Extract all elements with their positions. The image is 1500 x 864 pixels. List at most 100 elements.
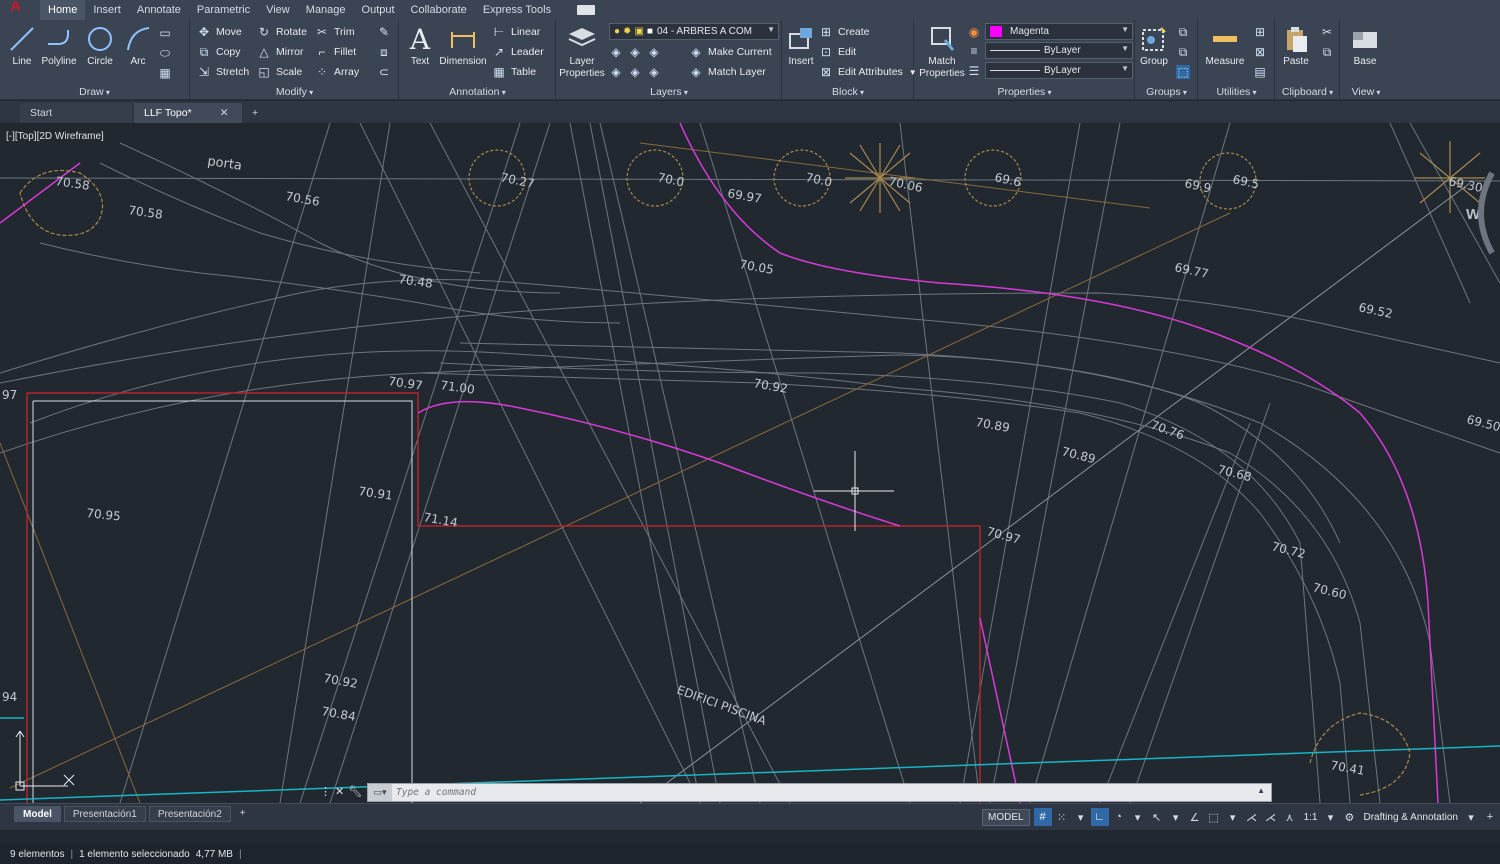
groups-panel-title[interactable]: Groups [1136,86,1197,98]
customize-icon[interactable]: + [1481,808,1499,826]
tab-parametric[interactable]: Parametric [189,0,258,20]
layer-properties-tool[interactable]: Layer Properties [559,22,605,80]
chevron-down-icon[interactable]: ▾ [1167,808,1185,826]
create-block-tool[interactable]: ⊞ Create [819,23,870,41]
tab-view[interactable]: View [258,0,298,20]
ortho-icon[interactable]: ∟ [1090,808,1109,826]
edit-attributes-tool[interactable]: ⊠ Edit Attributes ▼ [819,63,917,81]
tab-drawing[interactable]: LLF Topo* ✕ [134,103,242,123]
properties-panel-title[interactable]: Properties [915,86,1134,98]
chevron-down-icon[interactable]: ▾ [1224,808,1242,826]
explode-tool[interactable]: ⧈ [377,43,396,61]
chevron-down-icon[interactable]: ▾ [1462,808,1480,826]
app-menu-button[interactable]: A [0,0,40,20]
match-layer-tool[interactable]: ◈ Match Layer [689,63,765,81]
cut-tool[interactable]: ✂ [1320,23,1339,41]
command-grip-icon[interactable]: ⋮ [320,785,331,798]
close-icon[interactable]: ✕ [220,107,229,119]
leader-tool[interactable]: ↗ Leader [492,43,544,61]
layer-state-tools[interactable]: ◈ ◈ ◈ [609,43,666,61]
hatch-tool[interactable]: ▦ [158,64,177,82]
ribbon-display-toggle-icon[interactable] [577,5,596,15]
dimension-tool[interactable]: Dimension [438,22,488,67]
drawing-canvas[interactable]: W 70.58 70.56 70.58 70.48 70.97 71.00 70… [0,123,1500,803]
osnap-tracking-icon[interactable]: ↖ [1148,808,1166,826]
insert-tool[interactable]: Insert [779,22,823,67]
view-panel-title[interactable]: View [1341,86,1391,98]
modify-panel-title[interactable]: Modify [191,86,398,98]
tab-manage[interactable]: Manage [298,0,354,20]
snap-icon[interactable]: ⁙ [1053,808,1071,826]
quick-select-tool[interactable]: ⊞ [1253,23,1272,41]
linetype-dropdown[interactable]: ByLayer ▼ [985,62,1133,79]
polar-icon[interactable]: ◔ [1110,808,1128,826]
annotation-panel-title[interactable]: Annotation [400,86,555,98]
arc-tool[interactable]: Arc [116,22,160,67]
copy-clip-tool[interactable]: ⧉ [1320,43,1339,61]
layer-dropdown[interactable]: ● ✹ ▣ ■ 04 - ARBRES A COM ▼ [609,23,779,40]
command-line[interactable]: ▭▾ ▲ [367,783,1272,802]
new-tab-icon[interactable]: + [244,103,266,123]
layer-tools-row[interactable]: ◈ ◈ ◈ [609,63,666,81]
tab-output[interactable]: Output [354,0,403,20]
measure-tool[interactable]: Measure [1201,22,1249,67]
rectangle-tool[interactable]: ▭ [158,24,177,42]
building-outline[interactable] [27,392,981,803]
offset-tool[interactable]: ⊂ [377,63,396,81]
select-all-tool[interactable]: ⊠ [1253,43,1272,61]
color-dropdown[interactable]: Magenta ▼ [985,23,1133,40]
array-tool[interactable]: ⁘ Array [315,63,359,81]
linear-tool[interactable]: ⊢ Linear [492,23,540,41]
ungroup-tool[interactable]: ⧉ [1176,23,1195,41]
layers-panel-title[interactable]: Layers [557,86,781,98]
copy-tool[interactable]: ⧉ Copy [197,43,241,61]
viewport-controls[interactable]: [-][Top][2D Wireframe] [6,131,104,142]
annotation-visibility-icon[interactable]: ⋌ [1243,808,1261,826]
match-properties-tool[interactable]: Match Properties [919,22,965,80]
base-view-tool[interactable]: Base [1343,22,1387,67]
close-icon[interactable]: ✕ [335,785,344,798]
magenta-path-lower[interactable] [417,400,901,527]
erase-tool[interactable]: ✎ [377,23,396,41]
scale-tool[interactable]: ◱ Scale [257,63,302,81]
annotation-scale-value[interactable]: 1:1 [1304,812,1318,823]
paste-tool[interactable]: Paste [1274,22,1318,67]
group-tool[interactable]: Group [1132,22,1176,67]
rotate-tool[interactable]: ↻ Rotate [257,23,307,41]
isodraft-icon[interactable]: ∠ [1186,808,1204,826]
tab-insert[interactable]: Insert [85,0,129,20]
tab-model[interactable]: Model [14,806,61,822]
ellipse-tool[interactable]: ⬭ [158,44,177,62]
clipboard-panel-title[interactable]: Clipboard [1276,86,1339,98]
wrench-icon[interactable]: 🔧︎ [348,785,362,798]
stretch-tool[interactable]: ⇲ Stretch [197,63,249,81]
gear-icon[interactable]: ⚙ [1340,808,1358,826]
command-input[interactable] [396,787,1236,798]
workspace-switcher[interactable]: Drafting & Annotation [1363,812,1458,823]
calculator-tool[interactable]: ▤ [1253,63,1272,81]
object-snap-icon[interactable]: ⬚ [1205,808,1223,826]
command-history-icon[interactable]: ▭▾ [368,784,392,801]
edit-block-tool[interactable]: ⊡ Edit [819,43,856,61]
mirror-tool[interactable]: △ Mirror [257,43,303,61]
table-tool[interactable]: ▦ Table [492,63,536,81]
trim-tool[interactable]: ✂ Trim [315,23,355,41]
grid-icon[interactable]: # [1033,808,1052,826]
draw-panel-title[interactable]: Draw [0,86,189,98]
group-select-tool[interactable]: ⬚ [1176,63,1195,81]
add-layout-icon[interactable]: + [234,806,252,822]
tab-layout-2[interactable]: Presentación2 [148,806,231,822]
make-current-tool[interactable]: ◈ Make Current [689,43,771,61]
text-tool[interactable]: A Text [398,22,442,68]
tab-collaborate[interactable]: Collaborate [403,0,475,20]
move-tool[interactable]: ✥ Move [197,23,242,41]
model-space-toggle[interactable]: MODEL [982,808,1030,826]
chevron-down-icon[interactable]: ▾ [1129,808,1147,826]
drawing-svg[interactable]: W 70.58 70.56 70.58 70.48 70.97 71.00 70… [0,123,1500,803]
group-edit-tool[interactable]: ⧉ [1176,43,1195,61]
chevron-down-icon[interactable]: ▾ [1321,808,1339,826]
magenta-path-upper[interactable] [679,123,1439,803]
tab-express-tools[interactable]: Express Tools [475,0,559,20]
chevron-down-icon[interactable]: ▾ [1072,808,1090,826]
tab-start[interactable]: Start [20,103,132,123]
